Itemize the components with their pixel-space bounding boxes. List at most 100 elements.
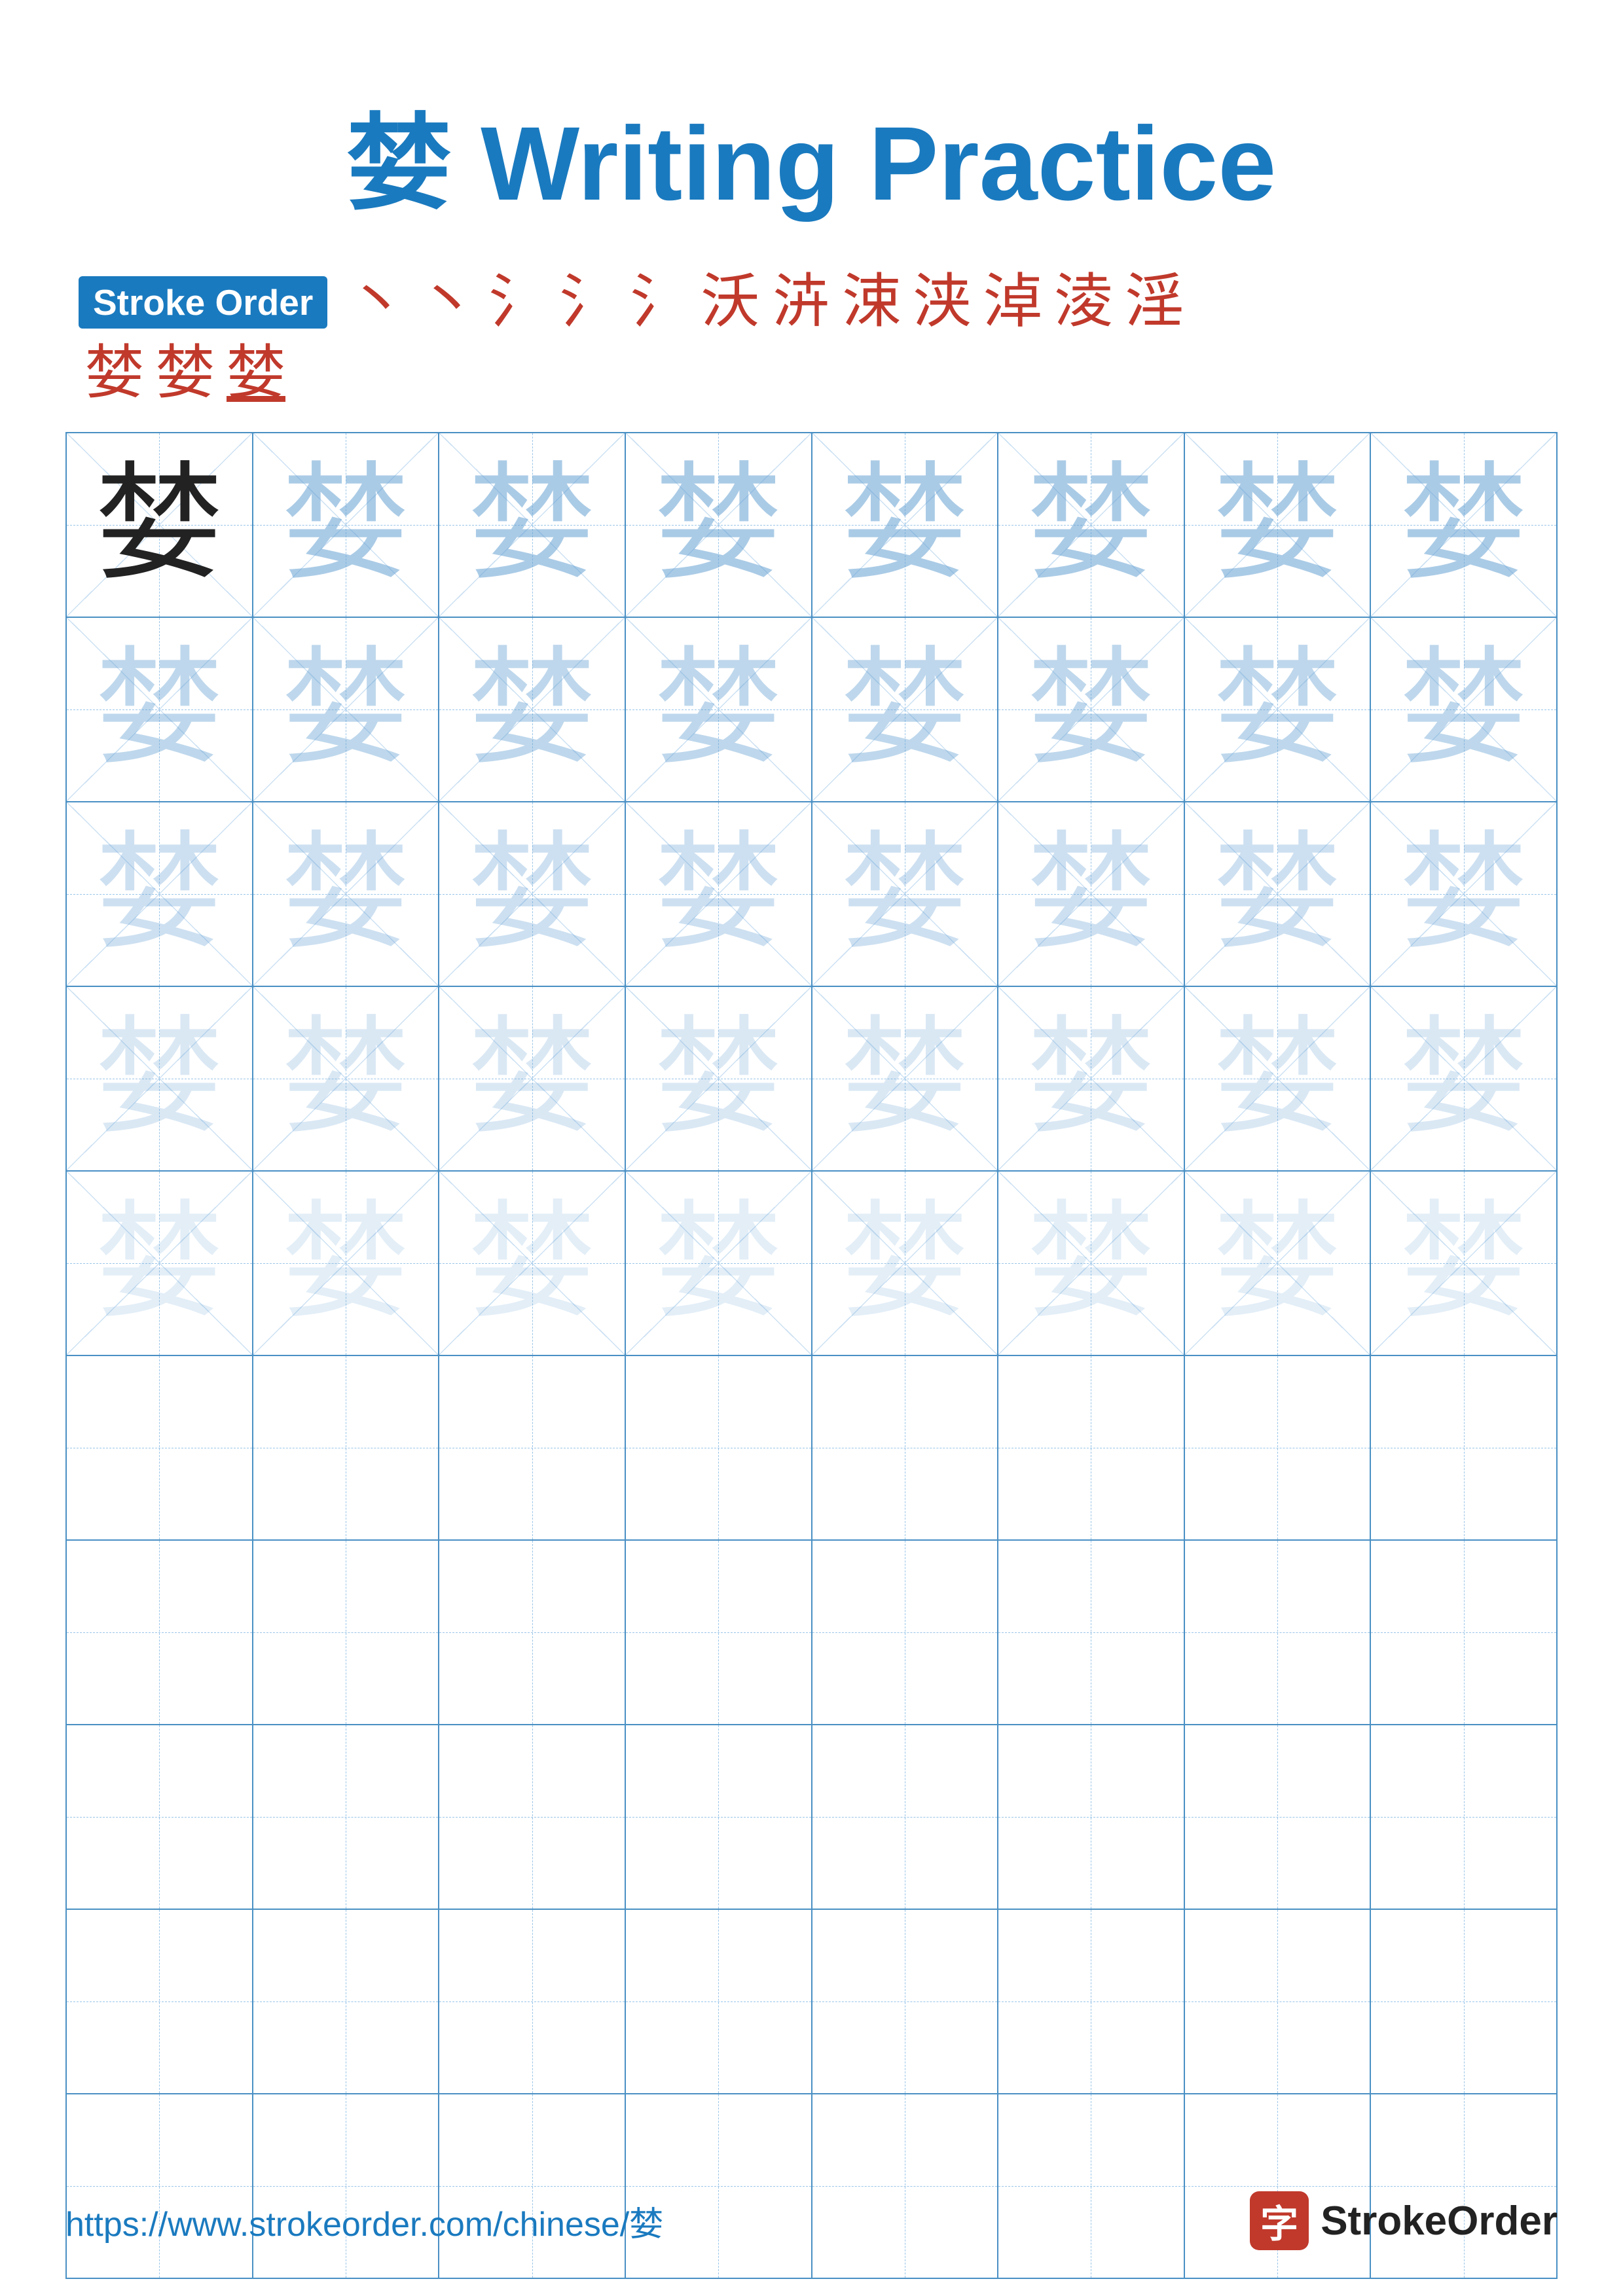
grid-cell[interactable]: 婪 xyxy=(626,433,812,617)
grid-cell[interactable]: 婪 xyxy=(253,802,440,986)
grid-cell[interactable]: 婪 xyxy=(998,433,1185,617)
grid-cell-empty[interactable] xyxy=(253,1541,440,1724)
practice-char: 婪 xyxy=(1214,1015,1341,1143)
grid-cell-empty[interactable] xyxy=(253,2094,440,2278)
grid-cell-empty[interactable] xyxy=(998,2094,1185,2278)
grid-cell-empty[interactable] xyxy=(998,1910,1185,2093)
grid-cell-empty[interactable] xyxy=(626,1356,812,1539)
grid-cell[interactable]: 婪 xyxy=(1371,802,1556,986)
grid-cell-empty[interactable] xyxy=(998,1541,1185,1724)
grid-cell-empty[interactable] xyxy=(1185,1356,1372,1539)
practice-char: 婪 xyxy=(1027,1015,1155,1143)
stroke-order-area: Stroke Order 丶 丶 氵 氵 氵 沃 泋 涑 浃 淖 淩 淫 婪 婪… xyxy=(65,270,1558,406)
grid-cell-empty[interactable] xyxy=(67,1910,253,2093)
grid-cell[interactable]: 婪 xyxy=(1185,618,1372,801)
grid-cell[interactable]: 婪 xyxy=(812,433,999,617)
grid-row-empty xyxy=(67,1541,1556,1725)
grid-row: 婪 婪 婪 婪 婪 婪 婪 xyxy=(67,1172,1556,1356)
practice-char: 婪 xyxy=(1400,1015,1527,1143)
grid-cell-empty[interactable] xyxy=(439,1910,626,2093)
grid-cell-empty[interactable] xyxy=(1371,1910,1556,2093)
grid-cell-empty[interactable] xyxy=(1185,1725,1372,1909)
practice-char: 婪 xyxy=(1214,1200,1341,1327)
grid-cell[interactable]: 婪 xyxy=(998,802,1185,986)
stroke-char: 淩 xyxy=(1054,270,1113,334)
grid-cell[interactable]: 婪 xyxy=(67,1172,253,1355)
grid-cell[interactable]: 婪 xyxy=(812,618,999,801)
grid-cell-empty[interactable] xyxy=(1371,2094,1556,2278)
grid-cell-empty[interactable] xyxy=(67,1541,253,1724)
grid-cell-empty[interactable] xyxy=(253,1356,440,1539)
grid-cell-empty[interactable] xyxy=(253,1725,440,1909)
grid-cell[interactable]: 婪 xyxy=(253,618,440,801)
grid-cell-empty[interactable] xyxy=(812,1541,999,1724)
grid-cell[interactable]: 婪 xyxy=(998,1172,1185,1355)
grid-cell[interactable]: 婪 xyxy=(67,433,253,617)
grid-cell[interactable]: 婪 xyxy=(998,987,1185,1170)
grid-cell-empty[interactable] xyxy=(626,1725,812,1909)
grid-cell-empty[interactable] xyxy=(626,1541,812,1724)
grid-cell[interactable]: 婪 xyxy=(253,1172,440,1355)
grid-cell[interactable]: 婪 xyxy=(439,987,626,1170)
grid-cell-empty[interactable] xyxy=(812,1910,999,2093)
grid-cell-empty[interactable] xyxy=(439,1541,626,1724)
grid-cell-empty[interactable] xyxy=(439,1356,626,1539)
grid-cell-empty[interactable] xyxy=(812,1356,999,1539)
grid-cell[interactable]: 婪 xyxy=(1185,987,1372,1170)
grid-cell-empty[interactable] xyxy=(67,1725,253,1909)
grid-row: 婪 婪 婪 婪 婪 婪 婪 xyxy=(67,987,1556,1172)
grid-cell-empty[interactable] xyxy=(998,1356,1185,1539)
grid-cell[interactable]: 婪 xyxy=(812,802,999,986)
grid-cell-empty[interactable] xyxy=(1185,2094,1372,2278)
grid-cell[interactable]: 婪 xyxy=(439,618,626,801)
grid-cell[interactable]: 婪 xyxy=(439,1172,626,1355)
practice-char: 婪 xyxy=(1027,461,1155,589)
practice-char: 婪 xyxy=(468,646,596,774)
grid-cell[interactable]: 婪 xyxy=(253,433,440,617)
grid-cell-empty[interactable] xyxy=(67,1356,253,1539)
grid-cell[interactable]: 婪 xyxy=(67,802,253,986)
grid-cell[interactable]: 婪 xyxy=(812,987,999,1170)
grid-cell[interactable]: 婪 xyxy=(1185,1172,1372,1355)
grid-cell-empty[interactable] xyxy=(812,2094,999,2278)
grid-cell[interactable]: 婪 xyxy=(626,987,812,1170)
grid-cell[interactable]: 婪 xyxy=(1371,987,1556,1170)
grid-cell-empty[interactable] xyxy=(1371,1725,1556,1909)
footer-url[interactable]: https://www.strokeorder.com/chinese/婪 xyxy=(65,2197,663,2246)
grid-cell[interactable]: 婪 xyxy=(626,802,812,986)
practice-char: 婪 xyxy=(1027,646,1155,774)
grid-cell[interactable]: 婪 xyxy=(1371,433,1556,617)
grid-cell[interactable]: 婪 xyxy=(626,618,812,801)
grid-cell-empty[interactable] xyxy=(812,1725,999,1909)
grid-cell-empty[interactable] xyxy=(626,1910,812,2093)
grid-cell-empty[interactable] xyxy=(998,1725,1185,1909)
grid-cell-empty[interactable] xyxy=(253,1910,440,2093)
grid-cell[interactable]: 婪 xyxy=(439,802,626,986)
grid-cell[interactable]: 婪 xyxy=(1371,1172,1556,1355)
grid-cell[interactable]: 婪 xyxy=(1371,618,1556,801)
grid-cell[interactable]: 婪 xyxy=(812,1172,999,1355)
grid-cell[interactable]: 婪 xyxy=(67,618,253,801)
grid-cell[interactable]: 婪 xyxy=(1185,802,1372,986)
stroke-char: 沃 xyxy=(701,270,759,334)
grid-cell-empty[interactable] xyxy=(1371,1541,1556,1724)
grid-cell[interactable]: 婪 xyxy=(626,1172,812,1355)
stroke-char: 婪 xyxy=(156,341,215,406)
grid-cell[interactable]: 婪 xyxy=(1185,433,1372,617)
practice-char: 婪 xyxy=(841,461,968,589)
grid-cell-empty[interactable] xyxy=(1185,1541,1372,1724)
grid-cell-empty[interactable] xyxy=(67,2094,253,2278)
grid-cell[interactable]: 婪 xyxy=(998,618,1185,801)
grid-cell-empty[interactable] xyxy=(626,2094,812,2278)
stroke-char: 淖 xyxy=(983,270,1042,334)
grid-cell[interactable]: 婪 xyxy=(253,987,440,1170)
grid-cell-empty[interactable] xyxy=(439,1725,626,1909)
grid-cell-empty[interactable] xyxy=(1185,1910,1372,2093)
stroke-char: 氵 xyxy=(488,270,547,334)
practice-char: 婪 xyxy=(282,1015,409,1143)
grid-cell-empty[interactable] xyxy=(439,2094,626,2278)
page-title: 婪 Writing Practice xyxy=(347,105,1277,222)
grid-cell[interactable]: 婪 xyxy=(439,433,626,617)
grid-cell-empty[interactable] xyxy=(1371,1356,1556,1539)
grid-cell[interactable]: 婪 xyxy=(67,987,253,1170)
